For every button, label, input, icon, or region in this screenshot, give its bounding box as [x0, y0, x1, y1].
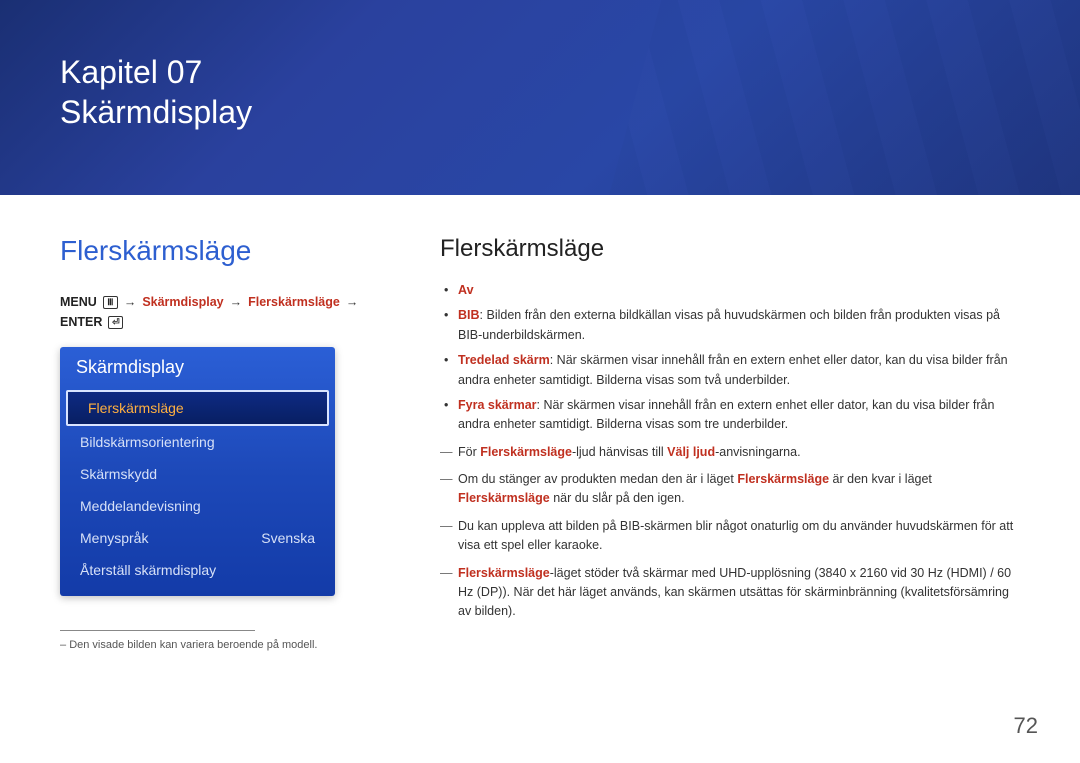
osd-menu-panel: Skärmdisplay Flerskärmsläge Bildskärmsor…: [60, 347, 335, 596]
notes-list: För Flerskärmsläge-ljud hänvisas till Vä…: [440, 443, 1020, 622]
arrow-icon: →: [346, 295, 359, 309]
footnote-divider: [60, 630, 255, 631]
section-title: Flerskärmsläge: [60, 235, 380, 267]
breadcrumb-part1: Skärmdisplay: [142, 295, 223, 309]
note-text: är den kvar i läget: [829, 472, 932, 486]
bullet-text: : Bilden från den externa bildkällan vis…: [458, 308, 1000, 341]
arrow-icon: →: [230, 295, 243, 309]
note-text: -anvisningarna.: [715, 445, 800, 459]
osd-menu-header: Skärmdisplay: [60, 347, 335, 390]
note-keyword: Flerskärmsläge: [458, 566, 550, 580]
list-item: Flerskärmsläge-läget stöder två skärmar …: [440, 564, 1020, 622]
chapter-line2: Skärmdisplay: [60, 94, 252, 130]
osd-menu-item[interactable]: Menyspråk Svenska: [60, 522, 335, 554]
bullet-label: Fyra skärmar: [458, 398, 537, 412]
list-item: Om du stänger av produkten medan den är …: [440, 470, 1020, 509]
osd-menu-item[interactable]: Skärmskydd: [60, 458, 335, 490]
right-title: Flerskärmsläge: [440, 235, 1020, 263]
note-text: För: [458, 445, 480, 459]
list-item: Du kan uppleva att bilden på BIB-skärmen…: [440, 517, 1020, 556]
note-keyword: Välj ljud: [667, 445, 715, 459]
footnote-text: Den visade bilden kan variera beroende p…: [60, 639, 380, 651]
osd-menu-item[interactable]: Återställ skärmdisplay: [60, 554, 335, 586]
note-keyword: Flerskärmsläge: [737, 472, 829, 486]
page-number: 72: [1014, 713, 1038, 739]
note-text: när du slår på den igen.: [550, 491, 685, 505]
right-column: Flerskärmsläge Av BIB: Bilden från den e…: [440, 235, 1020, 651]
note-text: Du kan uppleva att bilden på BIB-skärmen…: [458, 519, 1013, 552]
breadcrumb: MENU Ⅲ → Skärmdisplay → Flerskärmsläge →…: [60, 295, 380, 329]
osd-menu-item[interactable]: Meddelandevisning: [60, 490, 335, 522]
note-keyword: Flerskärmsläge: [480, 445, 572, 459]
bullet-label: BIB: [458, 308, 480, 322]
osd-item-value: Svenska: [261, 530, 315, 546]
list-item: Tredelad skärm: När skärmen visar innehå…: [440, 351, 1020, 390]
content-area: Flerskärmsläge MENU Ⅲ → Skärmdisplay → F…: [0, 195, 1080, 671]
osd-item-label: Skärmskydd: [80, 466, 157, 482]
breadcrumb-enter: ENTER: [60, 315, 102, 329]
bullet-label: Av: [458, 283, 474, 297]
note-text: Om du stänger av produkten medan den är …: [458, 472, 737, 486]
note-keyword: Flerskärmsläge: [458, 491, 550, 505]
left-column: Flerskärmsläge MENU Ⅲ → Skärmdisplay → F…: [60, 235, 380, 651]
list-item: BIB: Bilden från den externa bildkällan …: [440, 306, 1020, 345]
osd-item-label: Menyspråk: [80, 530, 148, 546]
arrow-icon: →: [124, 295, 137, 309]
osd-item-label: Återställ skärmdisplay: [80, 562, 216, 578]
chapter-line1: Kapitel 07: [60, 54, 202, 90]
enter-icon: ⏎: [108, 316, 123, 329]
osd-item-label: Flerskärmsläge: [88, 400, 184, 416]
menu-icon: Ⅲ: [103, 296, 118, 309]
chapter-banner: Kapitel 07 Skärmdisplay: [0, 0, 1080, 195]
note-text: -ljud hänvisas till: [572, 445, 667, 459]
breadcrumb-part2: Flerskärmsläge: [248, 295, 340, 309]
chapter-title: Kapitel 07 Skärmdisplay: [60, 52, 252, 132]
bullet-list: Av BIB: Bilden från den externa bildkäll…: [440, 281, 1020, 435]
osd-menu-item-selected[interactable]: Flerskärmsläge: [66, 390, 329, 426]
list-item: För Flerskärmsläge-ljud hänvisas till Vä…: [440, 443, 1020, 462]
list-item: Av: [440, 281, 1020, 300]
osd-item-label: Meddelandevisning: [80, 498, 201, 514]
osd-item-label: Bildskärmsorientering: [80, 434, 215, 450]
list-item: Fyra skärmar: När skärmen visar innehåll…: [440, 396, 1020, 435]
breadcrumb-menu: MENU: [60, 295, 97, 309]
bullet-text: : När skärmen visar innehåll från en ext…: [458, 398, 994, 431]
bullet-label: Tredelad skärm: [458, 353, 550, 367]
osd-menu-item[interactable]: Bildskärmsorientering: [60, 426, 335, 458]
